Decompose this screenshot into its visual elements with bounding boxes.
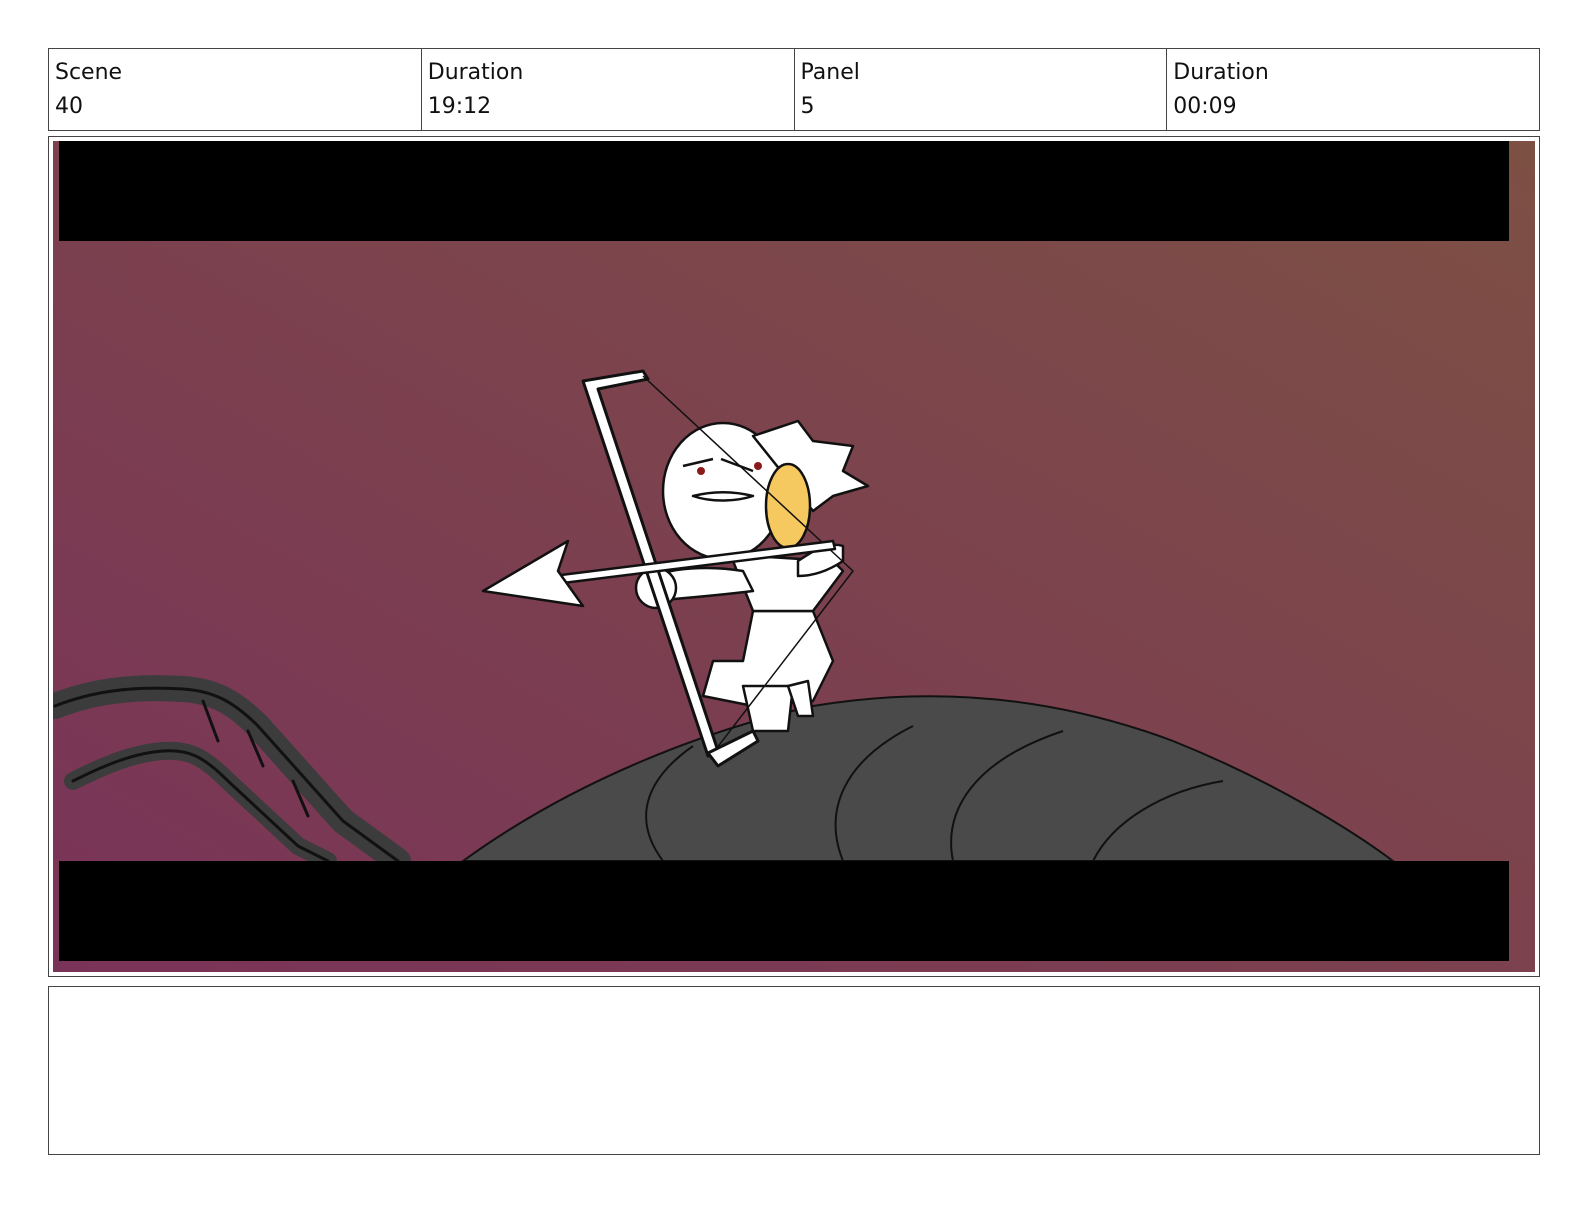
- panel-cell: Panel 5: [795, 49, 1168, 130]
- scene-duration-cell: Duration 19:12: [422, 49, 795, 130]
- letterbox-top: [59, 141, 1509, 241]
- panel-duration-label: Duration: [1173, 60, 1269, 85]
- panel-duration-value: 00:09: [1173, 94, 1237, 119]
- scene-label: Scene: [55, 60, 123, 85]
- yellow-ornament: [764, 462, 812, 550]
- letterbox-bottom: [59, 861, 1509, 961]
- notes-box[interactable]: [48, 986, 1540, 1155]
- scene-duration-value: 19:12: [427, 94, 492, 119]
- panel-label: Panel: [800, 60, 860, 85]
- scene-duration-label: Duration: [427, 60, 524, 85]
- panel-value: 5: [800, 94, 815, 119]
- scene-cell: Scene 40: [49, 49, 422, 130]
- scene-value: 40: [55, 94, 83, 119]
- panel-info-header: Scene 40 Duration 19:12 Panel 5 Duration…: [48, 48, 1540, 131]
- panel-duration-cell: Duration 00:09: [1167, 49, 1539, 130]
- storyboard-drawing: [53, 141, 1535, 972]
- storyboard-frame: [48, 136, 1540, 977]
